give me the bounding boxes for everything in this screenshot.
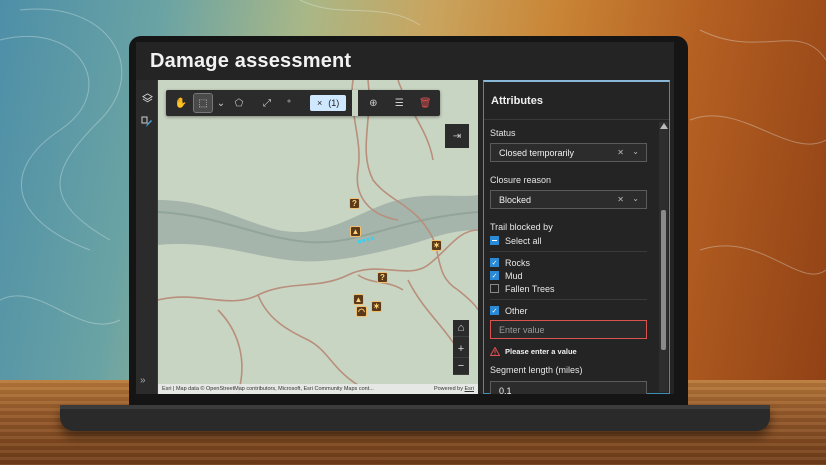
layers-icon[interactable] [139, 90, 155, 106]
segment-length-input[interactable]: 0.1 [490, 381, 647, 394]
powered-by: Powered by Esri [433, 386, 474, 392]
panel-scrollbar[interactable] [659, 122, 668, 392]
select-by-polygon-icon[interactable]: ⬠ [230, 94, 248, 112]
map-toolbar: ✋ ⬚ ⌄ ⬠ ⤢ ⁺ × (1) ⊕ ☰ 🗑 [166, 90, 441, 116]
esri-link[interactable]: Esri [465, 386, 474, 392]
checkbox-checked-icon[interactable]: ✓ [490, 271, 499, 280]
select-all-checkbox[interactable]: Select all [490, 234, 653, 247]
checkbox-checked-icon[interactable]: ✓ [490, 258, 499, 267]
closure-reason-value: Blocked [499, 194, 532, 205]
question-marker-icon[interactable]: ? [377, 272, 388, 283]
expand-rail-button[interactable]: » [140, 375, 146, 386]
closure-reason-label: Closure reason [490, 175, 552, 185]
warning-icon [490, 347, 500, 356]
panel-title: Attributes [484, 82, 669, 120]
other-checkbox[interactable]: ✓ Other [490, 304, 653, 317]
selection-count-label: (1) [328, 98, 340, 108]
segment-length-label: Segment length (miles) [490, 365, 583, 375]
map-basemap [158, 80, 478, 394]
attributes-panel: Attributes Status Closed temporarily ✕ ⌄… [483, 80, 670, 394]
closure-marker-icon[interactable]: ▲ [350, 226, 361, 237]
status-value: Closed temporarily [499, 147, 575, 158]
clear-selection-icon[interactable]: × [317, 98, 322, 108]
closure-marker-icon[interactable]: ▲ [353, 294, 364, 305]
zoom-in-button[interactable]: + [453, 341, 469, 358]
select-by-point-icon[interactable]: ⁺ [280, 94, 298, 112]
attributes-form: Status Closed temporarily ✕ ⌄ Closure re… [484, 122, 659, 394]
select-by-line-icon[interactable]: ⤢ [258, 94, 276, 112]
hazard-marker-icon[interactable]: ✶ [371, 301, 382, 312]
fallen-trees-checkbox[interactable]: Fallen Trees [490, 282, 653, 295]
app-title: Damage assessment [150, 49, 352, 72]
clear-icon[interactable]: ✕ [617, 148, 624, 157]
trail-blocked-by-label: Trail blocked by [490, 222, 553, 232]
scroll-up-icon[interactable] [660, 123, 668, 129]
rocks-checkbox[interactable]: ✓ Rocks [490, 256, 653, 269]
app-screen: Damage assessment » ? ▲ ✶ ? ▲ ✶ ◠ ✋ ⬚ ⌄ … [136, 42, 674, 394]
chevron-down-icon[interactable]: ⌄ [632, 147, 639, 156]
chevron-down-icon[interactable]: ⌄ [632, 194, 639, 203]
attribution-text: Esri | Map data © OpenStreetMap contribu… [162, 386, 374, 392]
zoom-out-button[interactable]: − [453, 358, 469, 375]
shelter-marker-icon[interactable]: ◠ [356, 306, 367, 317]
closure-reason-select[interactable]: Blocked ✕ ⌄ [490, 190, 647, 209]
map-expand-widget-icon[interactable]: ⇥ [445, 124, 469, 148]
map-attribution: Esri | Map data © OpenStreetMap contribu… [158, 384, 478, 394]
left-rail: » [136, 80, 158, 394]
divider [490, 299, 647, 300]
edit-feature-icon[interactable] [139, 114, 155, 130]
checkbox-unchecked-icon[interactable] [490, 284, 499, 293]
mud-checkbox[interactable]: ✓ Mud [490, 269, 653, 282]
other-value-input[interactable]: Enter value [490, 320, 647, 339]
dropdown-chevron-icon[interactable]: ⌄ [216, 94, 226, 112]
laptop-base [60, 405, 770, 431]
validation-error: Please enter a value [490, 347, 653, 356]
map-view[interactable]: ? ▲ ✶ ? ▲ ✶ ◠ ✋ ⬚ ⌄ ⬠ ⤢ ⁺ × (1) ⊕ ☰ 🗑 ⇥ … [158, 80, 478, 394]
clear-icon[interactable]: ✕ [617, 195, 624, 204]
hazard-marker-icon[interactable]: ✶ [431, 240, 442, 251]
indeterminate-checkbox-icon[interactable] [490, 236, 499, 245]
status-select[interactable]: Closed temporarily ✕ ⌄ [490, 143, 647, 162]
status-label: Status [490, 128, 516, 138]
pan-hand-icon[interactable]: ✋ [172, 94, 190, 112]
app-header: Damage assessment [136, 42, 674, 80]
select-rectangle-icon[interactable]: ⬚ [193, 93, 213, 113]
question-marker-icon[interactable]: ? [349, 198, 360, 209]
zoom-controls: ⌂ + − [453, 320, 469, 375]
selection-count-chip[interactable]: × (1) [310, 95, 347, 111]
divider [490, 251, 647, 252]
home-icon[interactable]: ⌂ [453, 320, 469, 337]
trash-icon[interactable]: 🗑 [416, 94, 434, 112]
zoom-to-icon[interactable]: ⊕ [364, 94, 382, 112]
checkbox-checked-icon[interactable]: ✓ [490, 306, 499, 315]
filter-icon[interactable]: ☰ [390, 94, 408, 112]
scroll-thumb[interactable] [661, 210, 666, 350]
